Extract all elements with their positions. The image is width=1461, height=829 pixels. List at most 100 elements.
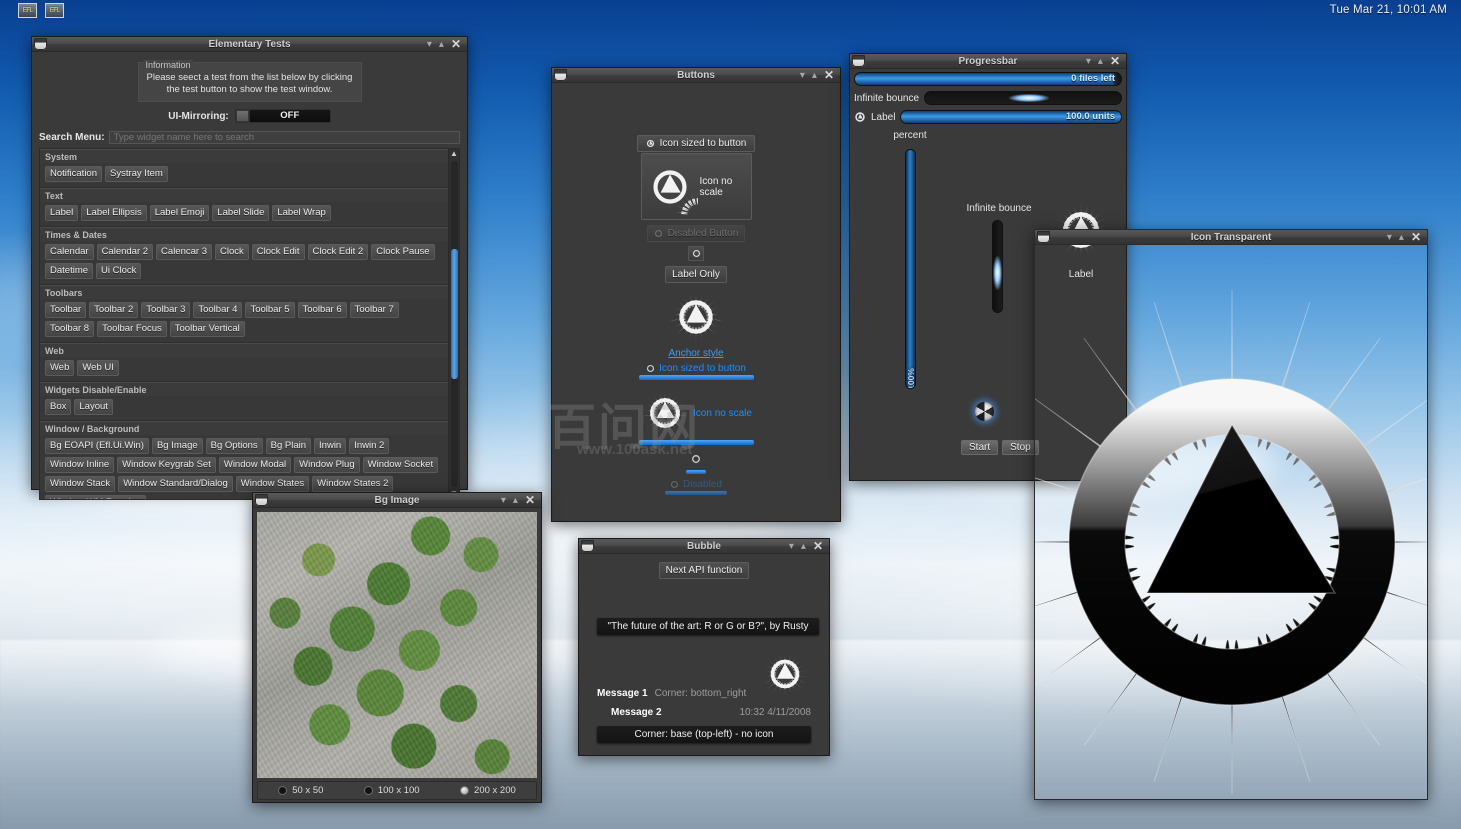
minimize-icon[interactable]: ▾ — [1387, 232, 1392, 243]
test-button-web[interactable]: Web — [45, 360, 75, 376]
size-option-50x50[interactable]: 50 x 50 — [278, 785, 323, 796]
test-button-bg-image[interactable]: Bg Image — [151, 438, 203, 454]
test-button-calendar[interactable]: Calendar — [45, 244, 94, 260]
window-menu-icon[interactable] — [34, 38, 47, 50]
titlebar-bg-image[interactable]: Bg Image ▾ ▴ ✕ — [253, 493, 541, 508]
window-elementary-tests[interactable]: Elementary Tests ▾ ▴ ✕ Information Pleas… — [31, 36, 468, 500]
minimize-icon[interactable]: ▾ — [1086, 56, 1091, 67]
minimize-icon[interactable]: ▾ — [800, 70, 805, 81]
progressbar-vertical-percent[interactable]: 100% — [905, 149, 916, 389]
test-button-toolbar[interactable]: Toolbar — [45, 302, 87, 318]
window-menu-icon[interactable] — [852, 55, 865, 67]
maximize-icon[interactable]: ▴ — [801, 541, 806, 552]
minimize-icon[interactable]: ▾ — [427, 39, 432, 50]
test-button-inwin-2[interactable]: Inwin 2 — [349, 438, 390, 454]
progressbar-units[interactable]: 100.0 units — [900, 110, 1122, 124]
test-button-clock-edit[interactable]: Clock Edit — [251, 244, 305, 260]
window-menu-icon[interactable] — [554, 69, 567, 81]
test-button-window-plug[interactable]: Window Plug — [294, 457, 360, 473]
test-button-window-standard-dialog[interactable]: Window Standard/Dialog — [118, 476, 233, 492]
test-button-label-ellipsis[interactable]: Label Ellipsis — [81, 205, 147, 221]
test-button-bg-options[interactable]: Bg Options — [205, 438, 263, 454]
anchor-style-link[interactable]: Anchor style — [668, 348, 723, 359]
radio-icon[interactable] — [363, 786, 373, 795]
test-button-window-states-2[interactable]: Window States 2 — [312, 476, 394, 492]
size-option-100x100[interactable]: 100 x 100 — [363, 785, 420, 796]
close-icon[interactable]: ✕ — [451, 38, 461, 50]
titlebar-elementary-tests[interactable]: Elementary Tests ▾ ▴ ✕ — [32, 37, 467, 52]
test-button-ui-clock[interactable]: Ui Clock — [96, 263, 142, 279]
icon-sized-to-button[interactable]: Icon sized to button — [636, 135, 756, 152]
close-icon[interactable]: ✕ — [525, 494, 535, 506]
minimize-icon[interactable]: ▾ — [789, 541, 794, 552]
titlebar-icon-transparent[interactable]: Icon Transparent ▾ ▴ ✕ — [1035, 230, 1427, 245]
test-button-window-modal[interactable]: Window Modal — [218, 457, 292, 473]
scroll-up-icon[interactable]: ▲ — [450, 150, 458, 158]
scrollbar-thumb[interactable] — [451, 249, 458, 379]
test-button-toolbar-8[interactable]: Toolbar 8 — [45, 321, 95, 337]
titlebar-bubble[interactable]: Bubble ▾ ▴ ✕ — [579, 539, 829, 554]
test-button-toolbar-focus[interactable]: Toolbar Focus — [97, 321, 167, 337]
maximize-icon[interactable]: ▴ — [439, 39, 444, 50]
test-button-clock[interactable]: Clock — [215, 244, 249, 260]
icon-only-button[interactable] — [688, 246, 704, 261]
titlebar-buttons[interactable]: Buttons ▾ ▴ ✕ — [552, 68, 840, 83]
next-api-function-button[interactable]: Next API function — [658, 562, 750, 579]
progressbar-files-left[interactable]: 0 files left — [854, 72, 1122, 86]
maximize-icon[interactable]: ▴ — [812, 70, 817, 81]
close-icon[interactable]: ✕ — [1110, 55, 1120, 67]
test-button-toolbar-6[interactable]: Toolbar 6 — [297, 302, 347, 318]
test-button-window-wm-rotation[interactable]: Window WM Rotation — [45, 495, 147, 499]
test-button-clock-edit-2[interactable]: Clock Edit 2 — [307, 244, 369, 260]
size-option-200x200[interactable]: 200 x 200 — [460, 785, 516, 796]
window-menu-icon[interactable] — [255, 494, 268, 506]
anchor-icon-no-scale-row[interactable]: Icon no scale — [640, 388, 752, 438]
test-button-inwin[interactable]: Inwin — [314, 438, 347, 454]
maximize-icon[interactable]: ▴ — [1098, 56, 1103, 67]
test-button-calendar-2[interactable]: Calendar 2 — [96, 244, 154, 260]
test-button-clock-pause[interactable]: Clock Pause — [371, 244, 435, 260]
maximize-icon[interactable]: ▴ — [513, 495, 518, 506]
test-button-label-emoji[interactable]: Label Emoji — [149, 205, 210, 221]
anchor-icon-only[interactable] — [691, 451, 701, 469]
window-menu-icon[interactable] — [581, 540, 594, 552]
test-button-web-ui[interactable]: Web UI — [77, 360, 119, 376]
icon-no-scale-button[interactable]: Icon no scale — [640, 153, 752, 220]
window-icon-transparent[interactable]: Icon Transparent ▾ ▴ ✕ — [1034, 229, 1428, 800]
test-button-layout[interactable]: Layout — [74, 399, 113, 415]
tray-thumbnail-1-icon[interactable]: EFL — [18, 2, 37, 18]
test-button-calencar-3[interactable]: Calencar 3 — [156, 244, 212, 260]
window-menu-icon[interactable] — [1037, 231, 1050, 243]
minimize-icon[interactable]: ▾ — [501, 495, 506, 506]
window-bg-image[interactable]: Bg Image ▾ ▴ ✕ 50 x 50 100 x 100 200 x 200 — [252, 492, 542, 803]
start-button[interactable]: Start — [961, 440, 999, 455]
test-button-window-stack[interactable]: Window Stack — [45, 476, 116, 492]
test-button-box[interactable]: Box — [45, 399, 72, 415]
window-bubble[interactable]: Bubble ▾ ▴ ✕ Next API function "The futu… — [578, 538, 830, 756]
radio-icon[interactable] — [460, 786, 470, 795]
test-button-window-inline[interactable]: Window Inline — [45, 457, 115, 473]
test-button-systray-item[interactable]: Systray Item — [105, 166, 168, 182]
label-only-button[interactable]: Label Only — [665, 266, 727, 283]
window-buttons[interactable]: Buttons ▾ ▴ ✕ Icon sized to button Icon … — [547, 67, 841, 522]
test-button-bg-eoapi-efl-ui-win[interactable]: Bg EOAPI (Efl.Ui.Win) — [45, 438, 149, 454]
test-button-window-socket[interactable]: Window Socket — [362, 457, 439, 473]
close-icon[interactable]: ✕ — [1411, 231, 1421, 243]
test-button-notification[interactable]: Notification — [45, 166, 102, 182]
test-button-window-keygrab-set[interactable]: Window Keygrab Set — [117, 457, 216, 473]
progressbar-vertical-bounce[interactable] — [992, 220, 1003, 313]
test-button-toolbar-vertical[interactable]: Toolbar Vertical — [169, 321, 245, 337]
test-button-toolbar-2[interactable]: Toolbar 2 — [89, 302, 139, 318]
test-button-toolbar-5[interactable]: Toolbar 5 — [245, 302, 295, 318]
list-scrollbar[interactable]: ▲ ▼ — [448, 149, 459, 499]
test-button-datetime[interactable]: Datetime — [45, 263, 94, 279]
ui-mirroring-toggle[interactable]: OFF — [234, 109, 331, 123]
test-button-label-wrap[interactable]: Label Wrap — [272, 205, 331, 221]
anchor-icon-sized-row[interactable]: Icon sized to button — [646, 363, 746, 374]
test-button-toolbar-7[interactable]: Toolbar 7 — [349, 302, 399, 318]
test-button-toolbar-3[interactable]: Toolbar 3 — [141, 302, 191, 318]
maximize-icon[interactable]: ▴ — [1399, 232, 1404, 243]
close-icon[interactable]: ✕ — [824, 69, 834, 81]
test-button-bg-plain[interactable]: Bg Plain — [265, 438, 312, 454]
test-button-label[interactable]: Label — [45, 205, 79, 221]
